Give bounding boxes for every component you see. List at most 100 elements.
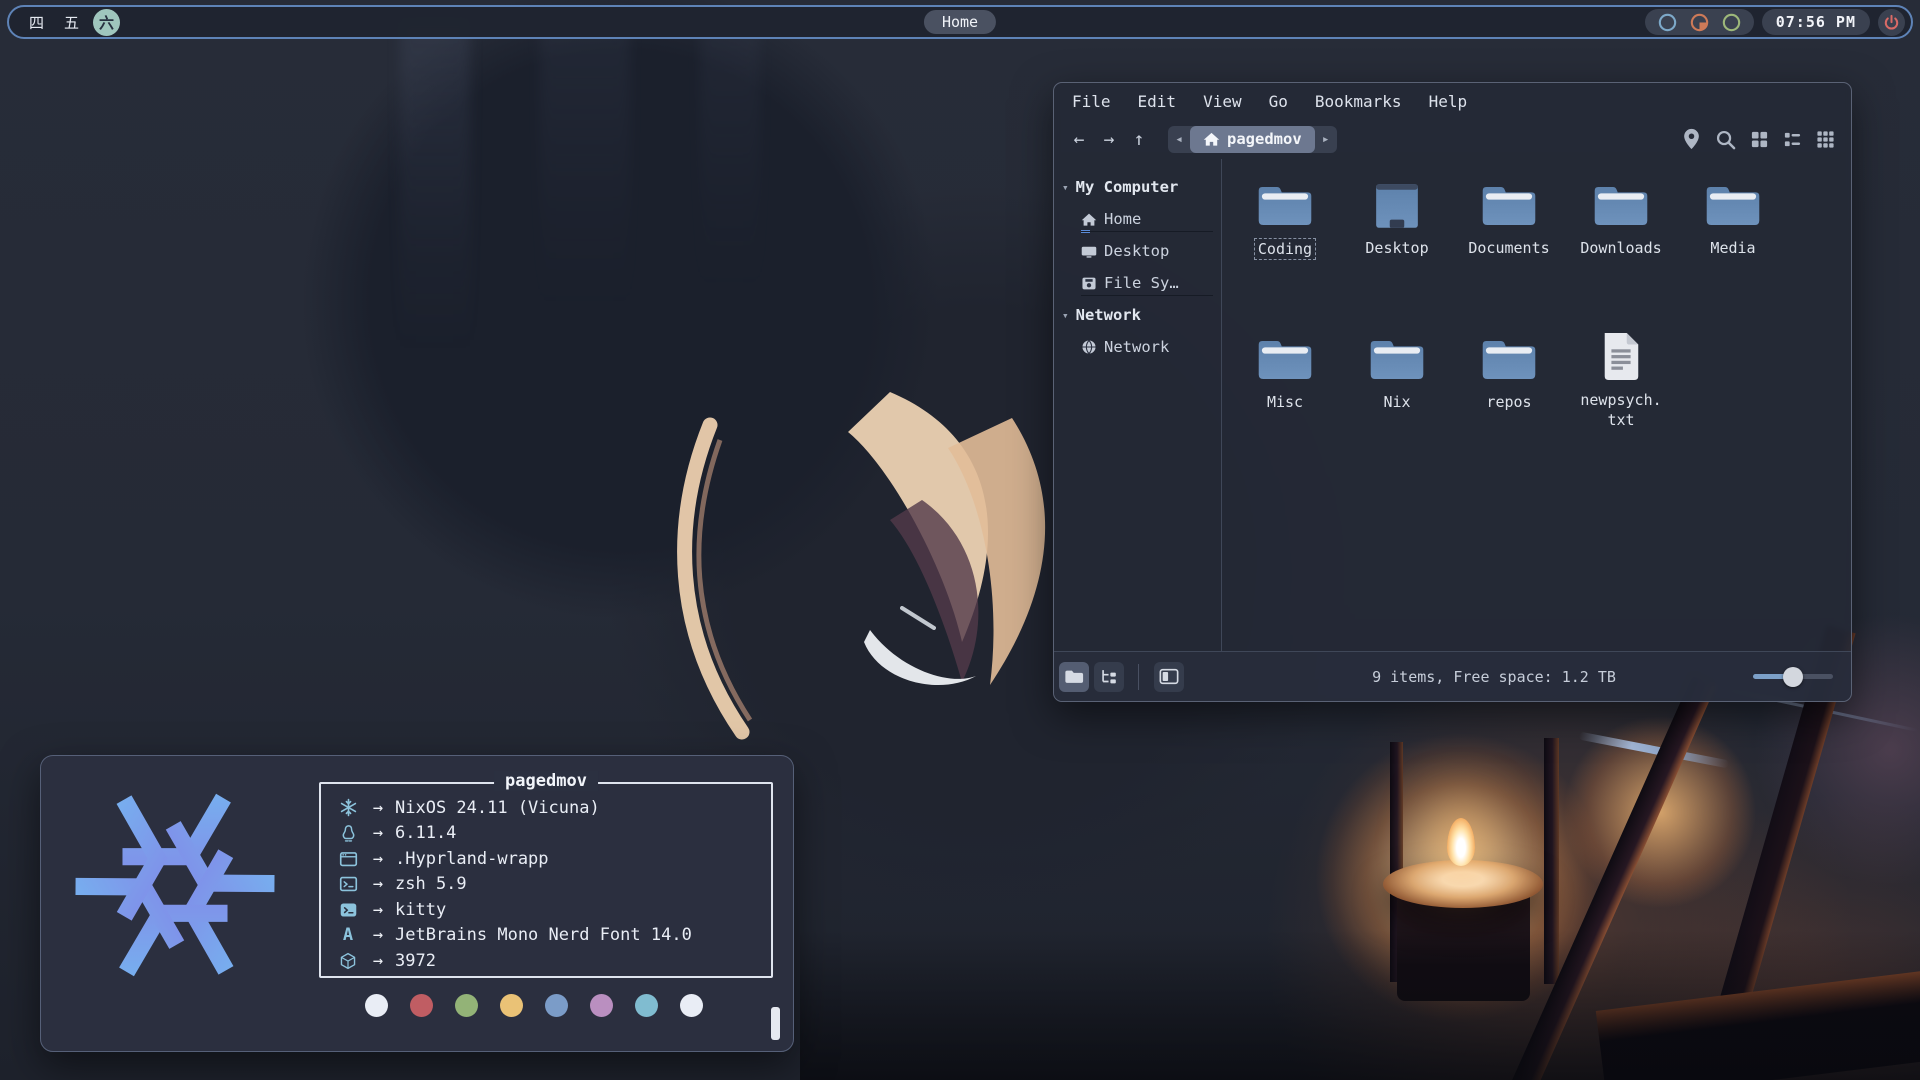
menu-bookmarks[interactable]: Bookmarks xyxy=(1315,92,1402,111)
top-bar: 四 五 六 Home 07:56 PM xyxy=(7,5,1913,39)
file-item-label: repos xyxy=(1483,392,1534,412)
path-scroll-left-button[interactable]: ◂ xyxy=(1168,132,1190,147)
palette-dot xyxy=(635,994,658,1017)
palette-dot xyxy=(500,994,523,1017)
sidebar-item-home[interactable]: Home xyxy=(1054,203,1221,235)
desktop: 四 五 六 Home 07:56 PM File Edit View Go Bo… xyxy=(0,0,1920,1080)
fetch-value: 3972 xyxy=(395,951,436,971)
terminal-icon xyxy=(335,901,361,919)
window-icon xyxy=(335,850,361,868)
sidebar-group-label: Network xyxy=(1076,306,1141,324)
sidebar-item-label: Home xyxy=(1104,210,1141,228)
fetch-row-terminal: → kitty xyxy=(335,897,765,923)
path-segment-label: pagedmov xyxy=(1227,130,1302,148)
expander-caret-icon: ▾ xyxy=(1062,309,1069,322)
folder-icon xyxy=(1256,181,1314,231)
side-pane-toggle-button[interactable] xyxy=(1154,662,1184,692)
shell-icon xyxy=(335,875,361,893)
file-item-media[interactable]: Media xyxy=(1679,181,1787,258)
tray-circle-blue-icon[interactable] xyxy=(1657,12,1678,33)
home-icon xyxy=(1203,131,1220,147)
sidebar-item-label: File Sy… xyxy=(1104,274,1179,292)
folder-view-toggle-button[interactable] xyxy=(1059,662,1089,692)
zoom-slider-knob[interactable] xyxy=(1783,667,1803,687)
menu-view[interactable]: View xyxy=(1203,92,1242,111)
palette-dot xyxy=(455,994,478,1017)
location-pin-button[interactable] xyxy=(1682,128,1701,150)
fetch-value: NixOS 24.11 (Vicuna) xyxy=(395,798,600,818)
folder-icon xyxy=(1480,181,1538,231)
sidebar-group-network[interactable]: ▾ Network xyxy=(1054,299,1221,331)
workspace-button-4[interactable]: 四 xyxy=(23,9,50,36)
file-item-label: Downloads xyxy=(1577,238,1664,258)
search-button[interactable] xyxy=(1715,129,1736,150)
sidebar-item-desktop[interactable]: Desktop xyxy=(1054,235,1221,267)
arrow-icon: → xyxy=(361,951,395,971)
tree-view-toggle-button[interactable] xyxy=(1094,662,1124,692)
workspace-button-5[interactable]: 五 xyxy=(58,9,85,36)
fetch-value: 6.11.4 xyxy=(395,823,456,843)
status-bar: 9 items, Free space: 1.2 TB xyxy=(1054,651,1851,701)
folder-icon xyxy=(1480,335,1538,385)
fetch-rows: → NixOS 24.11 (Vicuna) → 6.11.4 → .Hyprl… xyxy=(335,795,765,974)
palette-dot xyxy=(410,994,433,1017)
tray-timer-orange-icon[interactable] xyxy=(1689,12,1710,33)
terminal-window: pagedmov → NixOS 24.11 (Vicuna) → 6.11.4… xyxy=(40,755,794,1052)
path-segment-home[interactable]: pagedmov xyxy=(1190,126,1315,153)
icon-view-button[interactable] xyxy=(1750,130,1769,149)
file-manager-window: File Edit View Go Bookmarks Help ← → ↑ ◂… xyxy=(1053,82,1852,702)
menu-help[interactable]: Help xyxy=(1429,92,1468,111)
file-item-label: Nix xyxy=(1380,392,1413,412)
desktop-icon xyxy=(1081,244,1097,259)
arrow-icon: → xyxy=(361,874,395,894)
clock[interactable]: 07:56 PM xyxy=(1762,9,1870,35)
fetch-value: JetBrains Mono Nerd Font 14.0 xyxy=(395,925,692,945)
menu-edit[interactable]: Edit xyxy=(1138,92,1177,111)
power-button[interactable] xyxy=(1878,9,1905,36)
home-icon xyxy=(1081,212,1097,227)
sidebar-item-label: Desktop xyxy=(1104,242,1169,260)
file-item-downloads[interactable]: Downloads xyxy=(1567,181,1675,258)
zoom-slider[interactable] xyxy=(1753,674,1833,679)
file-item-newpsych-txt[interactable]: newpsych.txt xyxy=(1567,329,1675,431)
font-icon: A xyxy=(335,925,361,945)
workspace-switcher: 四 五 六 xyxy=(23,9,120,36)
tray-circle-green-icon[interactable] xyxy=(1721,12,1742,33)
palette-dot xyxy=(545,994,568,1017)
file-item-repos[interactable]: repos xyxy=(1455,335,1563,412)
up-button[interactable]: ↑ xyxy=(1124,129,1154,150)
path-scroll-right-button[interactable]: ▸ xyxy=(1315,132,1337,147)
file-item-label: Desktop xyxy=(1362,238,1431,258)
file-item-desktop[interactable]: Desktop xyxy=(1343,181,1451,258)
workspace-button-6-active[interactable]: 六 xyxy=(93,9,120,36)
arrow-icon: → xyxy=(361,849,395,869)
arrow-icon: → xyxy=(361,823,395,843)
fetch-frame: pagedmov → NixOS 24.11 (Vicuna) → 6.11.4… xyxy=(319,782,773,978)
sidebar-group-label: My Computer xyxy=(1076,178,1179,196)
menu-file[interactable]: File xyxy=(1072,92,1111,111)
sidebar-item-network[interactable]: Network xyxy=(1054,331,1221,363)
compact-view-button[interactable] xyxy=(1816,130,1835,149)
file-item-coding[interactable]: Coding xyxy=(1231,181,1339,260)
status-summary: 9 items, Free space: 1.2 TB xyxy=(1314,668,1674,686)
fetch-value: kitty xyxy=(395,900,446,920)
folder-icon xyxy=(1704,181,1762,231)
file-item-misc[interactable]: Misc xyxy=(1231,335,1339,412)
sidebar-item-filesystem[interactable]: File Sy… xyxy=(1054,267,1221,299)
wallpaper-fold xyxy=(540,10,630,310)
fetch-row-os: → NixOS 24.11 (Vicuna) xyxy=(335,795,765,821)
statusbar-separator xyxy=(1138,664,1139,690)
wallpaper-fold xyxy=(700,30,760,290)
list-view-button[interactable] xyxy=(1783,130,1802,149)
menu-go[interactable]: Go xyxy=(1269,92,1288,111)
forward-button[interactable]: → xyxy=(1094,129,1124,150)
terminal-scrollbar-thumb[interactable] xyxy=(771,1007,780,1040)
file-item-documents[interactable]: Documents xyxy=(1455,181,1563,258)
back-button[interactable]: ← xyxy=(1064,129,1094,150)
arrow-icon: → xyxy=(361,925,395,945)
folder-icon xyxy=(1592,181,1650,231)
active-window-title: Home xyxy=(924,10,996,34)
network-globe-icon xyxy=(1081,339,1097,355)
sidebar-group-my-computer[interactable]: ▾ My Computer xyxy=(1054,171,1221,203)
file-item-nix[interactable]: Nix xyxy=(1343,335,1451,412)
